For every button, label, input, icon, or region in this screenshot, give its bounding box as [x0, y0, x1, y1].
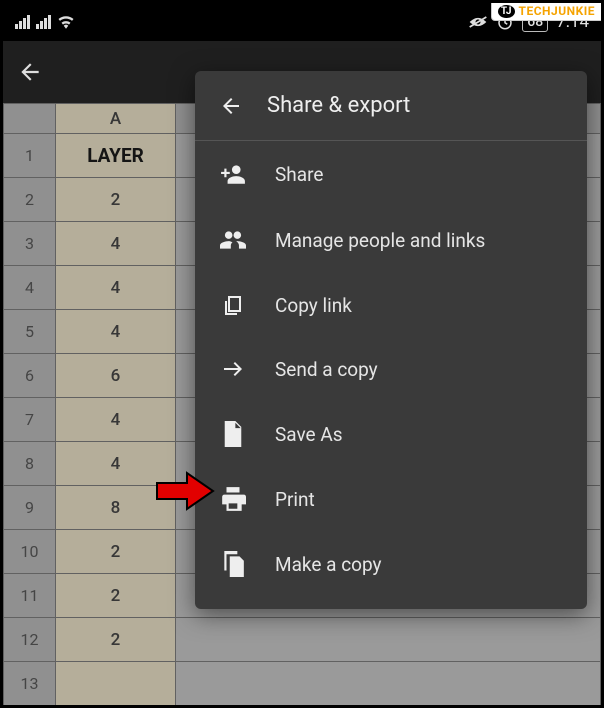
person-add-icon: [219, 161, 247, 187]
column-header[interactable]: A: [56, 104, 176, 134]
cell[interactable]: 2: [56, 618, 176, 662]
copy-link-icon: [219, 293, 247, 317]
cell[interactable]: 4: [56, 310, 176, 354]
row-header[interactable]: 11: [4, 574, 56, 618]
menu-item-label: Copy link: [275, 294, 352, 317]
signal-icon: [15, 15, 30, 29]
row-header[interactable]: 7: [4, 398, 56, 442]
watermark: TJ TECHJUNKIE: [491, 1, 602, 21]
wifi-icon: [57, 15, 75, 29]
row-header[interactable]: 2: [4, 178, 56, 222]
row-header[interactable]: 10: [4, 530, 56, 574]
row-header[interactable]: 12: [4, 618, 56, 662]
file-icon: [219, 421, 247, 447]
menu-title: Share & export: [267, 93, 410, 118]
cell[interactable]: 2: [56, 530, 176, 574]
cell-a1[interactable]: LAYER: [56, 134, 176, 178]
menu-item-label: Share: [275, 163, 323, 186]
cell[interactable]: 6: [56, 354, 176, 398]
cell[interactable]: 2: [56, 178, 176, 222]
watermark-badge: TJ: [498, 5, 515, 18]
people-icon: [219, 227, 247, 253]
row-header[interactable]: 13: [4, 662, 56, 706]
row-header[interactable]: 5: [4, 310, 56, 354]
menu-item-manage[interactable]: Manage people and links: [195, 207, 587, 273]
cell[interactable]: [56, 662, 176, 706]
menu-item-save-as[interactable]: Save As: [195, 401, 587, 467]
send-icon: [219, 357, 247, 381]
row-header[interactable]: 3: [4, 222, 56, 266]
menu-item-copy-link[interactable]: Copy link: [195, 273, 587, 337]
cell[interactable]: 2: [56, 574, 176, 618]
duplicate-icon: [219, 551, 247, 577]
menu-item-label: Make a copy: [275, 553, 382, 576]
cell[interactable]: 4: [56, 222, 176, 266]
menu-header: Share & export: [195, 71, 587, 141]
menu-item-make-copy[interactable]: Make a copy: [195, 531, 587, 597]
cell[interactable]: 4: [56, 398, 176, 442]
eye-off-icon: [468, 15, 488, 29]
cell[interactable]: 4: [56, 266, 176, 310]
cell[interactable]: [176, 618, 601, 662]
row-header[interactable]: 6: [4, 354, 56, 398]
menu-item-share[interactable]: Share: [195, 141, 587, 207]
print-icon: [219, 487, 247, 511]
cell[interactable]: [176, 662, 601, 706]
cell[interactable]: 8: [56, 486, 176, 530]
row-header[interactable]: 1: [4, 134, 56, 178]
back-icon[interactable]: [17, 59, 43, 85]
menu-item-send[interactable]: Send a copy: [195, 337, 587, 401]
signal-icon-2: [36, 15, 51, 29]
menu-item-label: Print: [275, 488, 315, 511]
menu-item-label: Manage people and links: [275, 229, 485, 252]
row-header[interactable]: 9: [4, 486, 56, 530]
watermark-text: TECHJUNKIE: [519, 4, 595, 18]
cell[interactable]: 4: [56, 442, 176, 486]
menu-item-label: Save As: [275, 423, 343, 446]
row-header[interactable]: 4: [4, 266, 56, 310]
menu-item-print[interactable]: Print: [195, 467, 587, 531]
row-header[interactable]: 8: [4, 442, 56, 486]
share-export-menu: Share & export Share Manage people and l…: [195, 71, 587, 609]
menu-item-label: Send a copy: [275, 358, 378, 381]
back-icon[interactable]: [219, 94, 243, 118]
corner-cell[interactable]: [4, 104, 56, 134]
